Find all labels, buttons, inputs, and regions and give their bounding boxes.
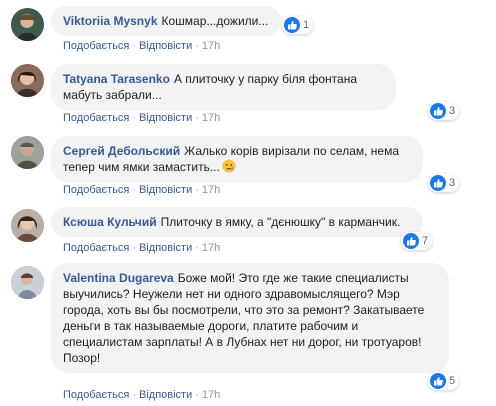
avatar[interactable] [11, 64, 44, 97]
comment-text: Кошмар...дожили... [161, 14, 269, 28]
crying-face-icon [222, 159, 236, 173]
separator: · [132, 112, 136, 124]
separator: · [195, 242, 199, 254]
comment-actions: Подобається · Відповісти · 17h [63, 40, 220, 52]
comment-author[interactable]: Viktoriia Mysnyk [63, 14, 158, 28]
avatar[interactable] [11, 266, 44, 299]
reaction-count[interactable]: 3 [428, 174, 460, 192]
reply-link[interactable]: Відповісти [139, 242, 192, 254]
avatar[interactable] [11, 209, 44, 242]
timestamp[interactable]: 17h [202, 184, 220, 196]
reaction-number: 3 [449, 105, 456, 117]
comment-text: Боже мой! Это где же такие специалисты в… [63, 271, 425, 365]
reply-link[interactable]: Відповісти [139, 40, 192, 52]
comment-bubble: Valentina Dugareva Боже мой! Это где же т… [51, 263, 449, 373]
like-link[interactable]: Подобається [63, 389, 129, 401]
reaction-number: 1 [303, 19, 310, 31]
like-link[interactable]: Подобається [63, 184, 129, 196]
comment-bubble: Viktoriia Mysnyk Кошмар...дожили... [51, 6, 281, 36]
timestamp[interactable]: 17h [202, 40, 220, 52]
comment-author[interactable]: Сергей Дебольский [63, 144, 180, 158]
reaction-count[interactable]: 5 [428, 372, 460, 390]
separator: · [132, 40, 136, 52]
comment-author[interactable]: Ксюша Кульчий [63, 215, 157, 229]
comment-author[interactable]: Valentina Dugareva [63, 271, 174, 285]
thumbs-up-icon [430, 373, 446, 389]
reaction-count[interactable]: 7 [401, 232, 433, 250]
thumbs-up-icon [403, 233, 419, 249]
like-link[interactable]: Подобається [63, 242, 129, 254]
thumbs-up-icon [430, 103, 446, 119]
timestamp[interactable]: 17h [202, 112, 220, 124]
separator: · [195, 184, 199, 196]
comment-actions: Подобається · Відповісти · 17h [63, 184, 220, 196]
thumbs-up-icon [284, 17, 300, 33]
timestamp[interactable]: 17h [202, 242, 220, 254]
reply-link[interactable]: Відповісти [139, 112, 192, 124]
comment-actions: Подобається · Відповісти · 17h [63, 112, 220, 124]
separator: · [132, 242, 136, 254]
separator: · [132, 184, 136, 196]
timestamp[interactable]: 17h [202, 389, 220, 401]
separator: · [195, 389, 199, 401]
reply-link[interactable]: Відповісти [139, 389, 192, 401]
comment-text: Плиточку в ямку, а "дєнюшку" в карманчик… [160, 215, 401, 229]
avatar[interactable] [11, 8, 44, 41]
comment-author[interactable]: Tatyana Tarasenko [63, 72, 170, 86]
like-link[interactable]: Подобається [63, 112, 129, 124]
reaction-count[interactable]: 1 [282, 16, 314, 34]
comment-actions: Подобається · Відповісти · 17h [63, 242, 220, 254]
separator: · [195, 40, 199, 52]
thumbs-up-icon [430, 175, 446, 191]
comment-bubble: Ксюша Кульчий Плиточку в ямку, а "дєнюшку… [51, 207, 423, 237]
avatar[interactable] [11, 136, 44, 169]
comment-bubble: Сергей Дебольский Жалько корів вирізали п… [51, 136, 423, 182]
separator: · [195, 112, 199, 124]
separator: · [132, 389, 136, 401]
reaction-count[interactable]: 3 [428, 102, 460, 120]
comment-actions: Подобається · Відповісти · 17h [63, 389, 220, 401]
like-link[interactable]: Подобається [63, 40, 129, 52]
reaction-number: 5 [449, 375, 456, 387]
reaction-number: 3 [449, 177, 456, 189]
comment-bubble: Tatyana Tarasenko А плиточку у парку біля… [51, 64, 396, 110]
reaction-number: 7 [422, 235, 429, 247]
reply-link[interactable]: Відповісти [139, 184, 192, 196]
